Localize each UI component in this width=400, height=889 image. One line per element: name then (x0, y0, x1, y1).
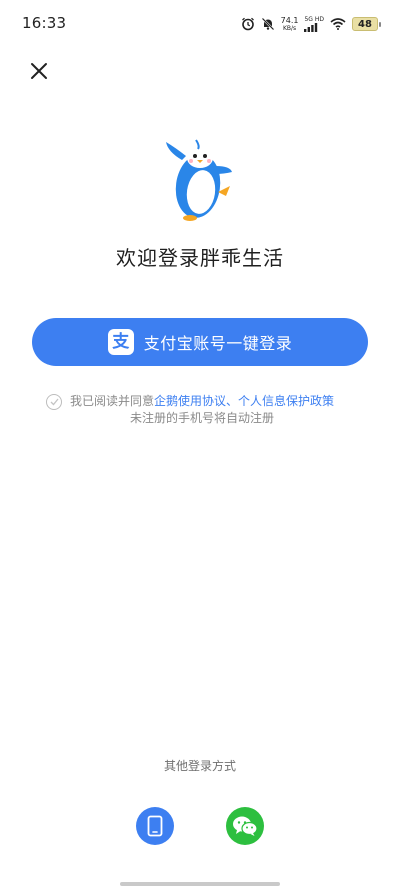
alarm-icon (241, 17, 255, 31)
alipay-icon: 支 (107, 329, 134, 355)
wechat-icon (233, 816, 258, 836)
alipay-logo-mark: 支 (112, 332, 130, 352)
other-login-title: 其他登录方式 (163, 759, 236, 773)
alipay-login-button[interactable]: 支 支付宝账号一键登录 (32, 318, 368, 366)
home-indicator[interactable] (120, 882, 280, 886)
status-time: 16:33 (22, 14, 67, 32)
alipay-login-label: 支付宝账号一键登录 (143, 334, 293, 353)
phone-login-button[interactable] (136, 807, 174, 845)
auto-register-note: 未注册的手机号将自动注册 (130, 411, 275, 425)
net-type-label: 5G HD (304, 16, 324, 23)
agreement-checkbox[interactable] (46, 394, 62, 410)
battery-level: 48 (358, 18, 372, 30)
battery-icon: 48 (352, 17, 381, 31)
status-bar: 16:33 74.1 KB/s 5G HD 48 (0, 0, 400, 48)
net-speed-value: 74.1 (280, 15, 299, 25)
signal-icon (304, 23, 318, 32)
agreement-prefix: 我已阅读并同意 (70, 394, 155, 408)
wechat-login-button[interactable] (226, 807, 264, 845)
wifi-icon (330, 18, 346, 30)
check-icon (50, 398, 59, 406)
terms-link[interactable]: 企鹅使用协议 (154, 394, 226, 408)
mute-icon (261, 17, 275, 31)
agreement-text: 我已阅读并同意企鹅使用协议、个人信息保护政策 未注册的手机号将自动注册 (70, 393, 334, 427)
agreement-row: 我已阅读并同意企鹅使用协议、个人信息保护政策 未注册的手机号将自动注册 (46, 393, 366, 427)
phone-icon (147, 815, 163, 837)
net-speed: 74.1 KB/s (280, 15, 299, 32)
penguin-mascot-icon (160, 136, 242, 226)
welcome-title: 欢迎登录胖乖生活 (116, 246, 284, 270)
net-speed-unit: KB/s (282, 24, 297, 32)
status-icons: 74.1 KB/s 5G HD 48 (241, 13, 381, 35)
net-type: 5G HD (304, 16, 324, 32)
agreement-separator: 、 (226, 394, 239, 408)
privacy-policy-link[interactable]: 个人信息保护政策 (238, 394, 334, 408)
close-icon (31, 63, 47, 79)
close-button[interactable] (26, 58, 52, 84)
